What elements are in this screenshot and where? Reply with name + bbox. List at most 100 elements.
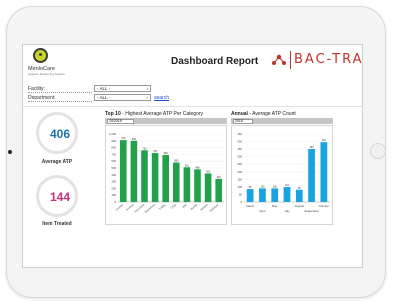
y-tick-label: 150 bbox=[237, 177, 242, 181]
y-tick-label: 0 bbox=[114, 200, 116, 204]
chevron-down-icon: ↕ bbox=[146, 86, 148, 91]
data-label: 340 bbox=[217, 176, 222, 179]
department-select[interactable]: - ALL - ↕ bbox=[94, 94, 151, 101]
y-tick-label: 0 bbox=[240, 200, 242, 204]
data-label: 95 bbox=[249, 186, 252, 189]
y-tick-label: 300 bbox=[237, 155, 242, 159]
annual-period-select[interactable]: 2015 bbox=[233, 118, 253, 124]
top10-chart-box: 0 100 200 300 400 500 600 700 800 900 1,000 910 Coun… bbox=[105, 125, 227, 225]
data-label: 690 bbox=[164, 152, 169, 155]
department-label: Department: bbox=[28, 95, 92, 102]
x-tick-label: Chair bbox=[170, 203, 177, 210]
chart-bar bbox=[151, 153, 159, 202]
x-tick-label: May bbox=[272, 204, 278, 208]
item-treated-circle: 144 bbox=[36, 175, 78, 217]
data-label: 420 bbox=[206, 170, 211, 173]
chart-bar bbox=[173, 162, 180, 202]
page-title: Dashboard Report bbox=[171, 56, 259, 67]
data-label: 510 bbox=[185, 164, 190, 167]
data-label: 390 bbox=[310, 146, 315, 149]
chart-bar bbox=[183, 167, 191, 202]
annual-title-rest: - Average ATP Count bbox=[247, 111, 296, 117]
data-label: 580 bbox=[174, 160, 179, 163]
header-divider bbox=[23, 106, 362, 107]
x-tick-label: Monitor bbox=[200, 203, 209, 212]
x-tick-label: September bbox=[304, 209, 319, 213]
logo-icon bbox=[33, 48, 48, 63]
top10-period-bar: 10/2015 bbox=[105, 118, 227, 124]
x-tick-label: Bed bbox=[181, 202, 188, 208]
data-label: 100 bbox=[260, 185, 265, 188]
top10-panel-title: Top 10 - Highest Average ATP Per Categor… bbox=[105, 111, 203, 117]
item-treated-value: 144 bbox=[49, 190, 71, 204]
chart-bar bbox=[308, 148, 315, 202]
chart-bar bbox=[162, 155, 169, 202]
facility-select[interactable]: - ALL - ↕ bbox=[94, 85, 151, 92]
menlocare-logo: MenloCare Hygiene Monitoring System bbox=[28, 48, 65, 82]
top10-title-bold: Top 10 bbox=[105, 111, 121, 117]
data-label: 760 bbox=[143, 147, 148, 150]
device-background: MenloCare Hygiene Monitoring System Dash… bbox=[0, 0, 393, 306]
average-atp-label: Average ATP bbox=[41, 159, 73, 165]
x-tick-label: Keyboard bbox=[208, 202, 220, 213]
average-atp-value: 406 bbox=[49, 127, 71, 141]
y-tick-label: 50 bbox=[239, 192, 243, 196]
x-tick-label: July bbox=[284, 209, 290, 213]
department-row: Department: bbox=[28, 95, 92, 102]
y-tick-label: 900 bbox=[111, 139, 116, 143]
logo-subtitle: Hygiene Monitoring System bbox=[28, 72, 65, 76]
chart-bar bbox=[283, 187, 291, 202]
facility-row: Facility: bbox=[28, 86, 92, 93]
y-tick-label: 400 bbox=[111, 173, 116, 177]
data-label: 440 bbox=[322, 139, 327, 142]
annual-title-bold: Annual bbox=[231, 111, 248, 117]
chart-bar bbox=[246, 189, 254, 202]
chart-bar bbox=[215, 178, 222, 202]
chevron-down-icon: ↕ bbox=[146, 95, 148, 100]
y-tick-label: 800 bbox=[111, 146, 116, 150]
annual-bar-chart: 0 50 100 150 200 250 300 350 400 450 95 March 100 Apr… bbox=[237, 132, 330, 213]
item-treated-label: Item Treated bbox=[42, 221, 72, 227]
chart-bar bbox=[120, 140, 127, 202]
chart-bar bbox=[204, 173, 212, 202]
x-tick-label: March bbox=[246, 204, 255, 208]
y-tick-label: 300 bbox=[111, 180, 116, 184]
y-tick-label: 450 bbox=[237, 132, 242, 136]
facility-label: Facility: bbox=[28, 86, 92, 93]
data-label: 480 bbox=[196, 166, 201, 169]
search-link[interactable]: search bbox=[154, 95, 169, 101]
brand-name: BAC-TRACK bbox=[294, 52, 363, 67]
department-select-value: - ALL - bbox=[97, 95, 111, 100]
data-label: 910 bbox=[121, 137, 126, 140]
data-label: 720 bbox=[153, 150, 158, 153]
brand-divider bbox=[290, 51, 291, 69]
x-tick-label: August bbox=[295, 204, 305, 208]
y-tick-label: 200 bbox=[111, 186, 116, 190]
y-tick-label: 200 bbox=[237, 170, 242, 174]
x-tick-label: Handle bbox=[189, 202, 198, 211]
x-tick-label: Trolley bbox=[158, 202, 167, 210]
top10-period-select[interactable]: 10/2015 bbox=[107, 118, 134, 124]
data-label: 900 bbox=[132, 138, 137, 141]
camera-icon bbox=[8, 150, 12, 154]
annual-period-bar: 2015 bbox=[231, 118, 333, 124]
top10-bar-chart: 01002003004005006007008009001,000910Coun… bbox=[109, 132, 224, 214]
x-tick-label: April bbox=[259, 209, 265, 213]
chart-bar bbox=[320, 142, 328, 202]
x-tick-label: Surface bbox=[125, 202, 135, 211]
y-tick-label: 500 bbox=[111, 166, 116, 170]
data-label: 90 bbox=[298, 187, 301, 190]
average-atp-circle: 406 bbox=[36, 112, 78, 154]
x-tick-label: Equipment bbox=[144, 203, 156, 214]
y-tick-label: 400 bbox=[237, 140, 242, 144]
y-tick-label: 250 bbox=[237, 162, 242, 166]
data-label: 100 bbox=[273, 185, 278, 188]
top10-title-rest: - Highest Average ATP Per Category bbox=[120, 111, 204, 117]
annual-chart-box: 0 50 100 150 200 250 300 350 400 450 95 March 100 Apr… bbox=[231, 125, 333, 225]
top10-period-value: 10/2015 bbox=[109, 118, 122, 123]
y-tick-label: 350 bbox=[237, 147, 242, 151]
y-tick-label: 700 bbox=[111, 152, 116, 156]
annual-panel-title: Annual - Average ATP Count bbox=[231, 111, 296, 117]
home-button[interactable] bbox=[370, 143, 386, 159]
chart-bar bbox=[130, 140, 138, 202]
